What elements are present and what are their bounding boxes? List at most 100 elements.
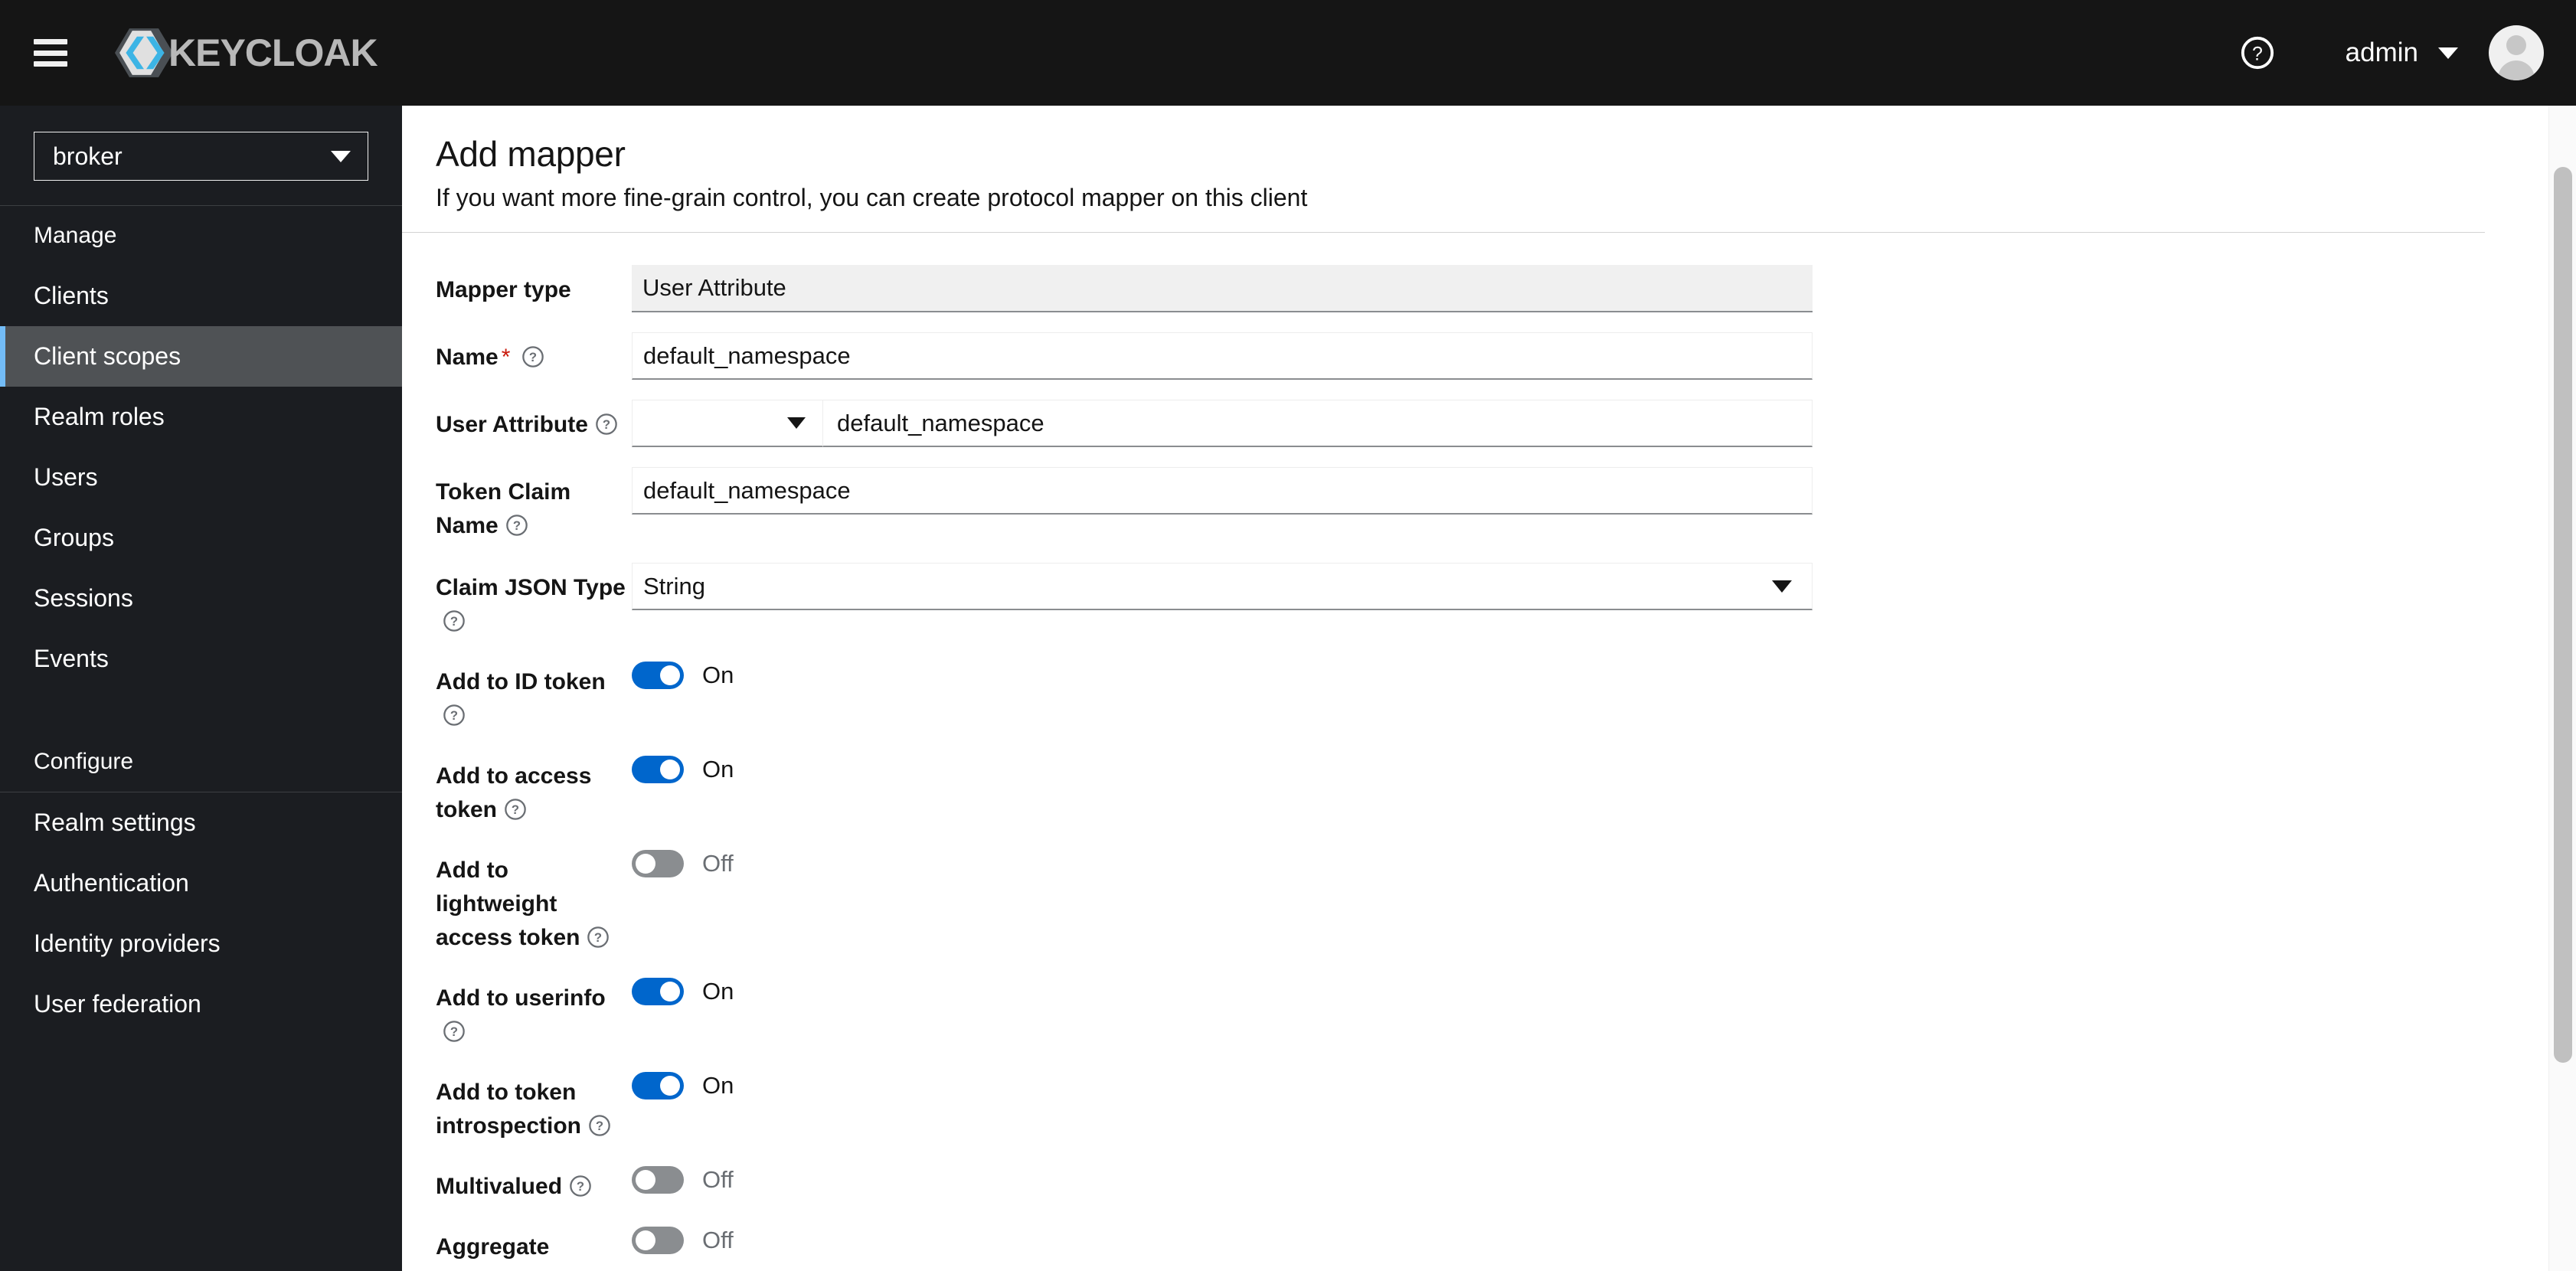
add-to-id-token-label: Add to ID token? [402,658,632,733]
masthead: KEYCLOAK ? admin [0,0,2576,106]
vertical-scrollbar-thumb[interactable] [2554,167,2572,1063]
aggregate-attribute-values-label: Aggregate attribute values? [402,1224,632,1271]
keycloak-hexagon-logo [115,28,173,77]
question-circle-help-icon[interactable]: ? [442,609,466,633]
sidebar-item-user-federation[interactable]: User federation [0,974,402,1034]
svg-text:?: ? [596,1119,603,1133]
add-to-userinfo-control: On [632,975,2523,1005]
sidebar-item-users[interactable]: Users [0,447,402,508]
add-to-lightweight-access-token-state: Off [702,850,734,877]
claim-json-type-control: String [632,563,2523,610]
hamburger-menu-icon[interactable] [34,39,67,67]
user-attribute-control: default_namespace [632,400,2523,447]
token-claim-name-label: Token Claim Name? [402,467,632,543]
add-to-id-token-label-text: Add to ID token [436,669,606,694]
multivalued-switch[interactable] [632,1166,684,1194]
sidebar-item-identity-providers[interactable]: Identity providers [0,913,402,974]
svg-text:?: ? [512,802,519,817]
sidebar-item-realm-roles[interactable]: Realm roles [0,387,402,447]
add-to-access-token-state: On [702,756,734,783]
token-claim-name-input[interactable]: default_namespace [632,467,1813,515]
svg-text:?: ? [603,417,610,432]
name-input[interactable]: default_namespace [632,332,1813,380]
add-to-id-token-switch[interactable] [632,662,684,689]
add-to-token-introspection-label-text: Add to token introspection [436,1080,582,1139]
multivalued-state: Off [702,1166,734,1193]
multivalued-label: Multivalued? [402,1163,632,1204]
brand-logo[interactable]: KEYCLOAK [115,22,378,83]
token-claim-name-label-text: Token Claim Name [436,479,571,538]
form-row-claim-json-type: Claim JSON Type? String [402,563,2523,639]
add-to-lightweight-access-token-label-text: Add to lightweight access token [436,858,580,950]
add-to-userinfo-switch[interactable] [632,978,684,1005]
question-circle-help-icon[interactable]: ? [505,513,529,537]
svg-text:?: ? [450,614,458,629]
question-circle-help-icon[interactable]: ? [442,1019,466,1044]
user-menu[interactable]: admin [2346,38,2458,68]
mapper-type-control: User Attribute [632,265,2523,312]
page-subtitle: If you want more fine-grain control, you… [436,184,1308,211]
nav-section-configure-title: Configure [34,749,134,774]
user-avatar-icon[interactable] [2489,25,2544,80]
svg-text:?: ? [513,518,521,533]
question-circle-icon[interactable]: ? [2235,31,2280,75]
add-to-lightweight-access-token-switch[interactable] [632,850,684,877]
name-label: Name *? [402,332,632,374]
sidebar-item-authentication[interactable]: Authentication [0,853,402,913]
sidebar-item-groups[interactable]: Groups [0,508,402,568]
claim-json-type-label: Claim JSON Type? [402,563,632,639]
caret-down-icon [331,150,351,162]
user-attribute-label-text: User Attribute [436,412,588,437]
claim-json-type-select[interactable]: String [632,563,1813,610]
sidebar-item-sessions[interactable]: Sessions [0,568,402,629]
add-to-lightweight-access-token-label: Add to lightweight access token? [402,847,632,955]
user-attribute-typeahead-group: default_namespace [632,400,2523,447]
add-to-lightweight-access-token-control: Off [632,847,2523,877]
sidebar-item-client-scopes[interactable]: Client scopes [0,326,402,387]
form-row-user-attribute: User Attribute? default_namespace [402,400,2523,447]
question-circle-help-icon[interactable]: ? [442,703,466,727]
token-claim-name-control: default_namespace [632,467,2523,515]
form-row-add-to-token-introspection: Add to token introspection? On [402,1069,2523,1143]
realm-selector-wrap: broker [0,106,402,205]
masthead-toolbar: ? admin [2235,25,2576,80]
question-circle-help-icon[interactable]: ? [586,925,610,949]
main-content: Add mapper If you want more fine-grain c… [402,106,2523,1271]
question-circle-help-icon[interactable]: ? [503,797,528,822]
svg-text:?: ? [450,708,458,723]
claim-json-type-value: String [643,572,705,600]
required-marker: * [501,345,511,370]
add-to-userinfo-state: On [702,978,734,1005]
sidebar-item-realm-settings[interactable]: Realm settings [0,792,402,853]
add-to-access-token-control: On [632,753,2523,783]
page-header: Add mapper If you want more fine-grain c… [402,106,2485,233]
aggregate-attribute-values-switch[interactable] [632,1227,684,1254]
question-circle-help-icon[interactable]: ? [521,345,545,369]
add-to-token-introspection-switch[interactable] [632,1072,684,1099]
form-row-add-to-id-token: Add to ID token? On [402,658,2523,733]
aggregate-attribute-values-state: Off [702,1227,734,1253]
question-circle-help-icon[interactable]: ? [594,412,619,436]
add-to-access-token-label: Add to access token? [402,753,632,827]
question-circle-help-icon[interactable]: ? [568,1174,593,1198]
add-to-access-token-switch[interactable] [632,756,684,783]
question-circle-help-icon[interactable]: ? [587,1113,612,1138]
user-attribute-input[interactable]: default_namespace [823,400,1813,447]
form-row-mapper-type: Mapper type User Attribute [402,265,2523,312]
sidebar-item-events[interactable]: Events [0,629,402,689]
sidebar-item-clients[interactable]: Clients [0,266,402,326]
user-attribute-select-toggle[interactable] [632,400,823,447]
add-to-token-introspection-control: On [632,1069,2523,1099]
aggregate-attribute-values-label-text: Aggregate attribute values [436,1234,606,1271]
realm-selector[interactable]: broker [34,132,368,181]
mapper-type-label: Mapper type [436,277,571,302]
form-row-add-to-userinfo: Add to userinfo? On [402,975,2523,1049]
form-row-name: Name *? default_namespace [402,332,2523,380]
vertical-scrollbar-track[interactable] [2548,106,2576,1271]
page-title: Add mapper [436,134,626,174]
svg-text:?: ? [2252,44,2263,65]
mapper-form: Mapper type User Attribute Name *? defaul… [402,233,2523,1271]
name-control: default_namespace [632,332,2523,380]
realm-selector-value: broker [53,142,123,170]
add-to-id-token-control: On [632,658,2523,689]
